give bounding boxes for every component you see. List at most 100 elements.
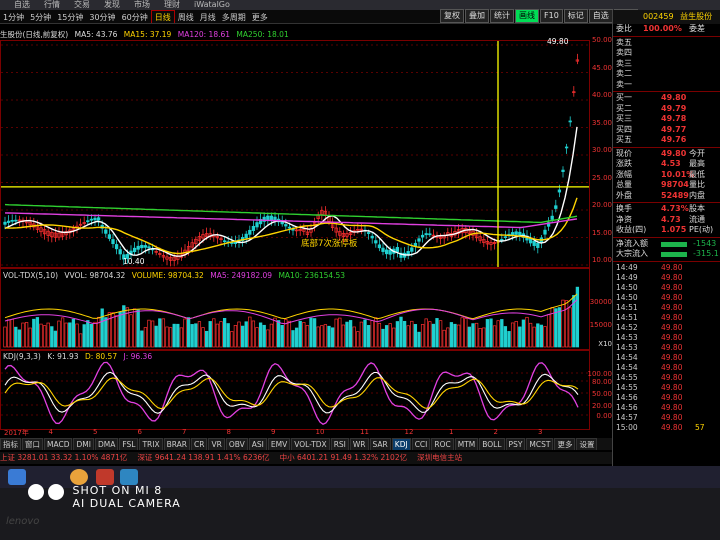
indicator-tab[interactable]: EMV — [267, 438, 291, 450]
indicator-tab[interactable]: 更多 — [554, 438, 576, 450]
indicator-tab[interactable]: ROC — [431, 438, 454, 450]
indicator-tab[interactable]: 窗口 — [22, 438, 43, 450]
tick-row: 14:54 49.80 — [613, 353, 720, 363]
chart-action-button[interactable]: 自选 — [588, 9, 613, 23]
volume-bar — [222, 317, 227, 348]
menu-item[interactable]: iWatalGo — [194, 0, 230, 10]
stat-value: 4.53 — [661, 159, 681, 168]
chart-action-button[interactable]: 标记 — [563, 9, 588, 23]
candle-body — [564, 146, 569, 149]
stat-label-2: PE(动) — [689, 225, 714, 234]
stock-title: 002459 益生股份 — [613, 10, 720, 24]
indicator-tab[interactable]: BRAR — [163, 438, 191, 450]
indicator-tab[interactable]: ASI — [248, 438, 267, 450]
quote-sidebar: 002459 益生股份 委比 100.00% 委差 卖五 卖四 卖三 卖二 卖一 买一 4… — [612, 10, 720, 466]
volume-bar — [561, 299, 565, 348]
indicator-tab[interactable]: TRIX — [139, 438, 163, 450]
volume-bar — [168, 327, 173, 348]
indicator-tab[interactable]: VR — [208, 438, 225, 450]
stat-row: 现价 49.80 今开 — [613, 149, 720, 160]
menu-item[interactable]: 交易 — [74, 0, 90, 10]
period-button[interactable]: 更多 — [249, 11, 271, 23]
volume-bar — [226, 323, 230, 348]
indicator-tab[interactable]: OBV — [225, 438, 248, 450]
date-tick: 9 — [271, 428, 276, 436]
tick-row: 14:51 49.80 — [613, 313, 720, 323]
candle-body — [417, 238, 421, 242]
indicator-tab[interactable]: MACD — [44, 438, 73, 450]
tick-price: 49.80 — [661, 262, 683, 272]
period-button[interactable]: 周线 — [175, 11, 197, 23]
chart-action-button[interactable]: 统计 — [490, 9, 514, 23]
tick-list[interactable]: 14:49 49.80 14:49 49.80 14:50 49.80 14:50 49.80… — [613, 263, 720, 433]
indicator-tab[interactable]: 设置 — [576, 438, 598, 450]
period-button[interactable]: 1分钟 — [0, 11, 27, 23]
indicator-tab[interactable]: MTM — [454, 438, 479, 450]
period-button[interactable]: 60分钟 — [119, 11, 151, 23]
indicator-tab[interactable]: MCST — [526, 438, 554, 450]
volume-bar — [525, 316, 529, 348]
ma5-value: MA5: 43.76 — [74, 30, 118, 39]
tick-time: 14:55 — [616, 382, 638, 392]
volume-panel[interactable]: VOL-TDX(5,10) VVOL: 98704.32 VOLUME: 987… — [0, 268, 590, 350]
period-button[interactable]: 月线 — [197, 11, 219, 23]
chrome-icon[interactable] — [70, 469, 88, 485]
indicator-tab[interactable]: DMA — [94, 438, 119, 450]
watermark-line-1: SHOT ON MI 8 — [72, 484, 163, 497]
tick-price: 49.80 — [661, 402, 683, 412]
volume-bar — [176, 323, 180, 348]
chart-action-button[interactable]: 复权 — [440, 9, 464, 23]
chart-action-button[interactable]: 画线 — [515, 9, 539, 23]
volume-bar — [568, 307, 572, 348]
indicator-tab[interactable]: BOLL — [479, 438, 505, 450]
tick-price: 49.80 — [661, 342, 683, 352]
volume-bar — [68, 322, 72, 348]
chart-action-button[interactable]: 叠加 — [465, 9, 489, 23]
menu-item[interactable]: 理财 — [164, 0, 180, 10]
flow-label: 大宗流入 — [616, 249, 648, 258]
tick-row: 14:49 49.80 — [613, 273, 720, 283]
kdj-panel[interactable]: KDJ(9,3,3) K: 91.93 D: 80.57 J: 96.36 — [0, 350, 590, 430]
indicator-tab[interactable]: RSI — [330, 438, 349, 450]
volume-bar — [460, 317, 464, 348]
menu-item[interactable]: 自选 — [14, 0, 30, 10]
indicator-tab[interactable]: CCI — [411, 438, 431, 450]
period-button[interactable]: 5分钟 — [27, 11, 54, 23]
indicator-tab[interactable]: CR — [191, 438, 208, 450]
candle-body — [6, 220, 11, 223]
period-button[interactable]: 15分钟 — [54, 11, 86, 23]
price-chart-panel[interactable]: 49.80 10.40 底部7次涨停板 — [0, 37, 590, 268]
volume-bar — [431, 323, 436, 348]
chart-action-button[interactable]: F10 — [540, 9, 563, 23]
app-icon[interactable] — [120, 469, 138, 485]
windows-start-icon[interactable] — [8, 469, 26, 485]
indicator-tab[interactable]: DMI — [73, 438, 94, 450]
period-button[interactable]: 日线 — [150, 10, 175, 23]
stat-label: 涨跌 — [616, 159, 632, 168]
volume-bar — [39, 323, 43, 348]
indicator-tab[interactable]: VOL-TDX — [291, 438, 330, 450]
period-button[interactable]: 30分钟 — [86, 11, 118, 23]
menu-item[interactable]: 发现 — [104, 0, 120, 10]
indicator-tab[interactable]: FSL — [119, 438, 139, 450]
indicator-tab[interactable]: KDJ — [391, 438, 411, 450]
volume-bar — [46, 322, 50, 348]
app-icon[interactable] — [96, 469, 114, 485]
indicator-tab[interactable]: PSY — [505, 438, 526, 450]
volume-bar — [14, 326, 18, 348]
volume-bar — [345, 321, 349, 348]
indicator-tabs: 指标 窗口 MACD DMI DMA FSL TRIX BRAR CR VR OBV ASI EMV VO… — [0, 438, 612, 450]
tick-row: 14:51 49.80 — [613, 303, 720, 313]
tick-time: 14:55 — [616, 372, 638, 382]
indicator-tab[interactable]: WR — [349, 438, 369, 450]
tick-time: 14:49 — [616, 272, 638, 282]
menu-item[interactable]: 市场 — [134, 0, 150, 10]
indicator-tab[interactable]: SAR — [369, 438, 391, 450]
period-button[interactable]: 多周期 — [219, 11, 249, 23]
volume-bar — [352, 326, 356, 348]
indicator-tab[interactable]: 指标 — [0, 438, 21, 450]
stat-row: 换手 4.73% 股本 — [613, 204, 720, 215]
menu-item[interactable]: 行情 — [44, 0, 60, 10]
candle-body — [424, 233, 428, 236]
candle-body — [370, 235, 374, 239]
